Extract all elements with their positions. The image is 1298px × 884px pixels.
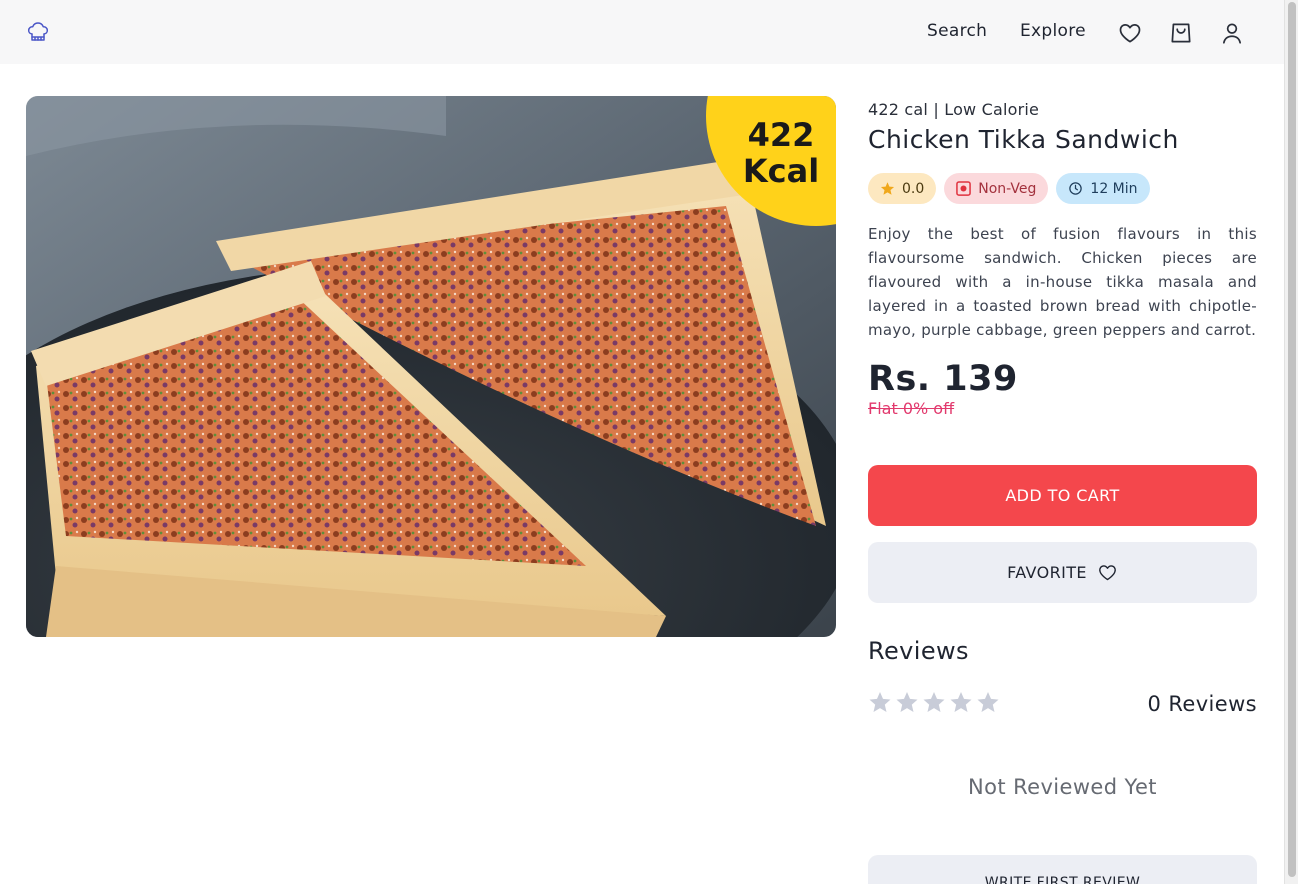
favorite-label: FAVORITE: [1007, 563, 1087, 582]
add-to-cart-button[interactable]: ADD TO CART: [868, 465, 1257, 526]
star-icon: [896, 692, 918, 712]
rating-value: 0.0: [902, 180, 925, 197]
product-description: Enjoy the best of fusion flavours in thi…: [868, 225, 1257, 339]
prep-time-value: 12 Min: [1090, 180, 1138, 197]
product-chips: 0.0 Non-Veg 12 Min: [868, 173, 1257, 204]
diet-label: Non-Veg: [978, 180, 1037, 197]
product-details: 422 cal | Low Calorie Chicken Tikka Sand…: [868, 96, 1257, 418]
calorie-meta: 422 cal | Low Calorie: [868, 100, 1040, 119]
product-title: Chicken Tikka Sandwich: [868, 125, 1179, 154]
rating-chip: 0.0: [868, 173, 937, 204]
prep-time-chip: 12 Min: [1056, 173, 1150, 204]
chef-hat-logo-icon[interactable]: [26, 20, 50, 44]
star-icon: [950, 692, 972, 712]
heart-icon: [1099, 565, 1116, 581]
nav-explore-link[interactable]: Explore: [1020, 21, 1086, 41]
kcal-badge-unit: Kcal: [743, 152, 819, 190]
favorite-button[interactable]: FAVORITE: [868, 542, 1257, 603]
review-count: 0 Reviews: [1147, 692, 1257, 716]
kcal-badge-number: 422: [748, 116, 815, 154]
product-image: 422 Kcal: [26, 96, 836, 637]
star-icon: [977, 692, 999, 712]
add-to-cart-label: ADD TO CART: [1005, 486, 1120, 505]
nav-search-link[interactable]: Search: [927, 21, 987, 41]
non-veg-icon: [956, 181, 972, 196]
user-icon[interactable]: [1219, 20, 1245, 46]
star-icon: [869, 692, 891, 712]
write-review-label: WRITE FIRST REVIEW: [984, 875, 1141, 884]
discount-label: Flat 0% off: [868, 399, 955, 418]
star-rating: [868, 690, 1000, 714]
scrollbar-thumb[interactable]: [1288, 2, 1296, 877]
star-icon: [923, 692, 945, 712]
reviews-heading: Reviews: [868, 637, 969, 665]
top-navigation-bar: Search Explore: [0, 0, 1284, 64]
heart-icon[interactable]: [1117, 20, 1143, 46]
page-scrollbar[interactable]: [1284, 0, 1298, 884]
diet-chip: Non-Veg: [944, 173, 1049, 204]
product-price: Rs. 139: [868, 359, 1018, 399]
star-icon: [880, 182, 895, 195]
shopping-bag-icon[interactable]: [1168, 20, 1194, 46]
empty-reviews-message: Not Reviewed Yet: [968, 775, 1157, 799]
clock-icon: [1069, 182, 1083, 195]
write-review-button[interactable]: WRITE FIRST REVIEW: [868, 855, 1257, 884]
